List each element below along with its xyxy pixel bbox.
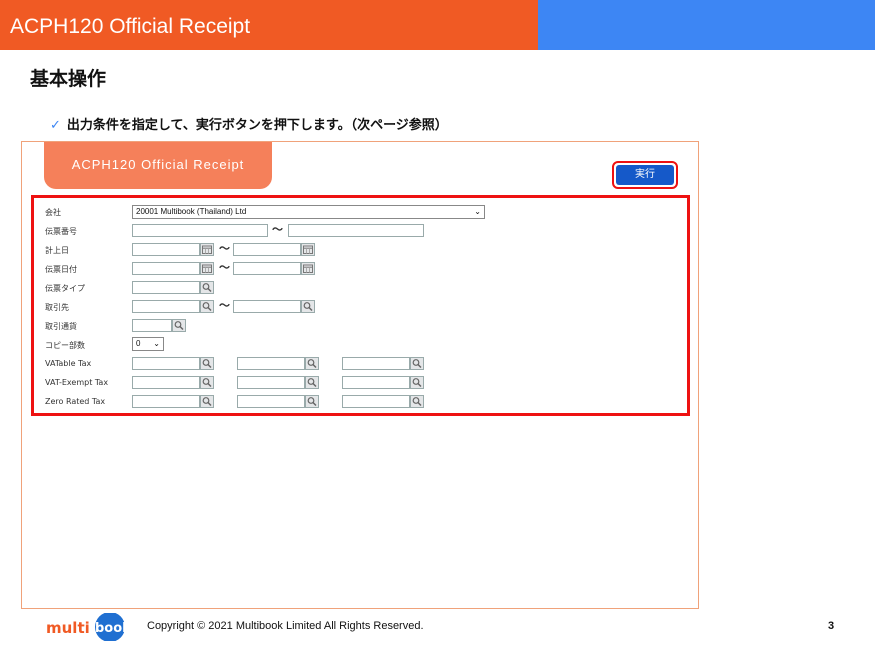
range-separator: 〜 xyxy=(272,223,283,236)
search-icon[interactable] xyxy=(410,395,424,408)
svg-text:book: book xyxy=(95,621,128,636)
run-button-highlight: 実行 xyxy=(612,161,678,189)
posting-date-label: 計上日 xyxy=(45,246,69,255)
range-separator: 〜 xyxy=(219,299,230,312)
search-icon[interactable] xyxy=(410,376,424,389)
header-title: ACPH120 Official Receipt xyxy=(10,15,251,38)
header-bar-blue xyxy=(538,0,875,50)
copies-label: コピー部数 xyxy=(45,341,85,350)
vatable-label: VATable Tax xyxy=(45,359,92,368)
vat-exempt-input-3[interactable] xyxy=(342,376,410,389)
search-icon[interactable] xyxy=(301,300,315,313)
copyright-text: Copyright © 2021 Multibook Limited All R… xyxy=(147,620,424,632)
instruction-text: 出力条件を指定して、実行ボタンを押下します。（次ページ参照） xyxy=(66,118,448,133)
vat-exempt-label: VAT-Exempt Tax xyxy=(45,378,109,387)
copies-value: 0 xyxy=(136,339,141,348)
page-number: 3 xyxy=(828,620,835,632)
run-button[interactable]: 実行 xyxy=(616,165,674,185)
range-separator: 〜 xyxy=(219,242,230,255)
partner-label: 取引先 xyxy=(45,303,69,312)
zero-rated-input-1[interactable] xyxy=(132,395,200,408)
calendar-icon[interactable] xyxy=(301,243,315,256)
copies-select[interactable]: 0 ⌄ xyxy=(132,337,164,351)
search-icon[interactable] xyxy=(200,281,214,294)
search-icon[interactable] xyxy=(410,357,424,370)
currency-label: 取引通貨 xyxy=(45,322,77,331)
search-icon[interactable] xyxy=(200,357,214,370)
calendar-icon[interactable] xyxy=(301,262,315,275)
check-icon: ✓ xyxy=(50,118,61,133)
zero-rated-input-2[interactable] xyxy=(237,395,305,408)
voucher-date-label: 伝票日付 xyxy=(45,265,77,274)
search-icon[interactable] xyxy=(172,319,186,332)
search-icon[interactable] xyxy=(305,357,319,370)
company-select[interactable]: 20001 Multibook (Thailand) Ltd ⌄ xyxy=(132,205,485,219)
calendar-icon[interactable] xyxy=(200,243,214,256)
app-screen: ACPH120 Official Receipt 実行 会社 20001 Mul… xyxy=(21,141,699,609)
chevron-down-icon: ⌄ xyxy=(474,207,481,216)
voucher-type-input[interactable] xyxy=(132,281,200,294)
section-title: 基本操作 xyxy=(30,68,107,90)
range-separator: 〜 xyxy=(219,261,230,274)
search-icon[interactable] xyxy=(305,395,319,408)
search-icon[interactable] xyxy=(200,300,214,313)
svg-text:multi: multi xyxy=(46,619,90,637)
company-value: 20001 Multibook (Thailand) Ltd xyxy=(136,207,247,216)
vat-exempt-input-2[interactable] xyxy=(237,376,305,389)
voucher-date-from-input[interactable] xyxy=(132,262,200,275)
multibook-logo: multi book xyxy=(46,612,131,642)
search-icon[interactable] xyxy=(200,376,214,389)
company-label: 会社 xyxy=(45,208,61,217)
voucher-no-label: 伝票番号 xyxy=(45,227,77,236)
conditions-form: 会社 20001 Multibook (Thailand) Ltd ⌄ 伝票番号 … xyxy=(31,195,690,416)
search-icon[interactable] xyxy=(200,395,214,408)
partner-to-input[interactable] xyxy=(233,300,301,313)
zero-rated-label: Zero Rated Tax xyxy=(45,397,106,406)
partner-from-input[interactable] xyxy=(132,300,200,313)
vatable-input-3[interactable] xyxy=(342,357,410,370)
screen-title-tab: ACPH120 Official Receipt xyxy=(44,142,272,189)
voucher-date-to-input[interactable] xyxy=(233,262,301,275)
voucher-no-from-input[interactable] xyxy=(132,224,268,237)
vatable-input-2[interactable] xyxy=(237,357,305,370)
zero-rated-input-3[interactable] xyxy=(342,395,410,408)
posting-date-from-input[interactable] xyxy=(132,243,200,256)
voucher-no-to-input[interactable] xyxy=(288,224,424,237)
instruction-bullet: ✓ 出力条件を指定して、実行ボタンを押下します。（次ページ参照） xyxy=(50,114,448,133)
calendar-icon[interactable] xyxy=(200,262,214,275)
currency-input[interactable] xyxy=(132,319,172,332)
vat-exempt-input-1[interactable] xyxy=(132,376,200,389)
search-icon[interactable] xyxy=(305,376,319,389)
posting-date-to-input[interactable] xyxy=(233,243,301,256)
chevron-down-icon: ⌄ xyxy=(153,339,160,348)
vatable-input-1[interactable] xyxy=(132,357,200,370)
voucher-type-label: 伝票タイプ xyxy=(45,284,85,293)
